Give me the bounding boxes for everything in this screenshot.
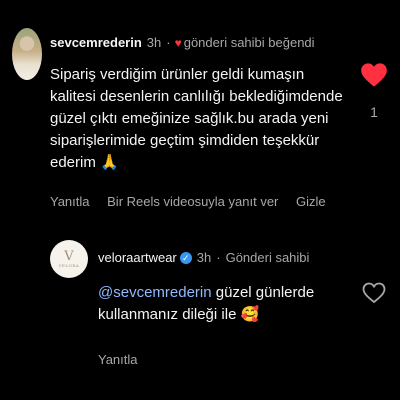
- verified-badge-icon: ✓: [179, 251, 192, 264]
- reply-actions: Yanıtla: [98, 352, 152, 367]
- mention-link[interactable]: @sevcemrederin: [98, 284, 212, 301]
- reply-text: @sevcemrederin güzel günlerde kullanmanı…: [98, 282, 358, 326]
- reply-meta: veloraartwear ✓ 3h · Gönderi sahibi: [98, 250, 309, 265]
- heart-outline-icon[interactable]: [362, 282, 386, 304]
- avatar[interactable]: [12, 28, 42, 80]
- avatar-brand-text: VELORA: [58, 263, 80, 268]
- heart-filled-icon[interactable]: [360, 62, 388, 88]
- reels-reply-button[interactable]: Bir Reels videosuyla yanıt ver: [107, 194, 278, 209]
- reply-button[interactable]: Yanıtla: [50, 194, 90, 209]
- reply-button[interactable]: Yanıtla: [98, 352, 138, 367]
- comment-actions: Yanıtla Bir Reels videosuyla yanıt ver G…: [50, 194, 340, 209]
- like-count: 1: [370, 104, 378, 120]
- reply-avatar[interactable]: V VELORA: [50, 240, 88, 278]
- avatar-monogram: V: [64, 249, 74, 264]
- meta-separator: ·: [216, 250, 221, 265]
- meta-separator: ·: [166, 35, 171, 50]
- author-badge: Gönderi sahibi: [225, 250, 310, 265]
- hide-button[interactable]: Gizle: [296, 194, 326, 209]
- comment-time: 3h: [146, 35, 162, 50]
- reply-like-column: [362, 282, 386, 304]
- comment-text: Sipariş verdiğim ürünler geldi kumaşın k…: [50, 66, 343, 171]
- comment-username[interactable]: sevcemrederin: [50, 35, 142, 50]
- reply-username[interactable]: veloraartwear: [98, 250, 177, 265]
- comment-like-column: 1: [360, 62, 388, 120]
- comment-meta: sevcemrederin 3h · ♥ gönderi sahibi beğe…: [50, 35, 315, 50]
- liked-by-author-label: gönderi sahibi beğendi: [183, 35, 315, 50]
- reply-time: 3h: [196, 250, 212, 265]
- small-heart-icon: ♥: [174, 35, 182, 50]
